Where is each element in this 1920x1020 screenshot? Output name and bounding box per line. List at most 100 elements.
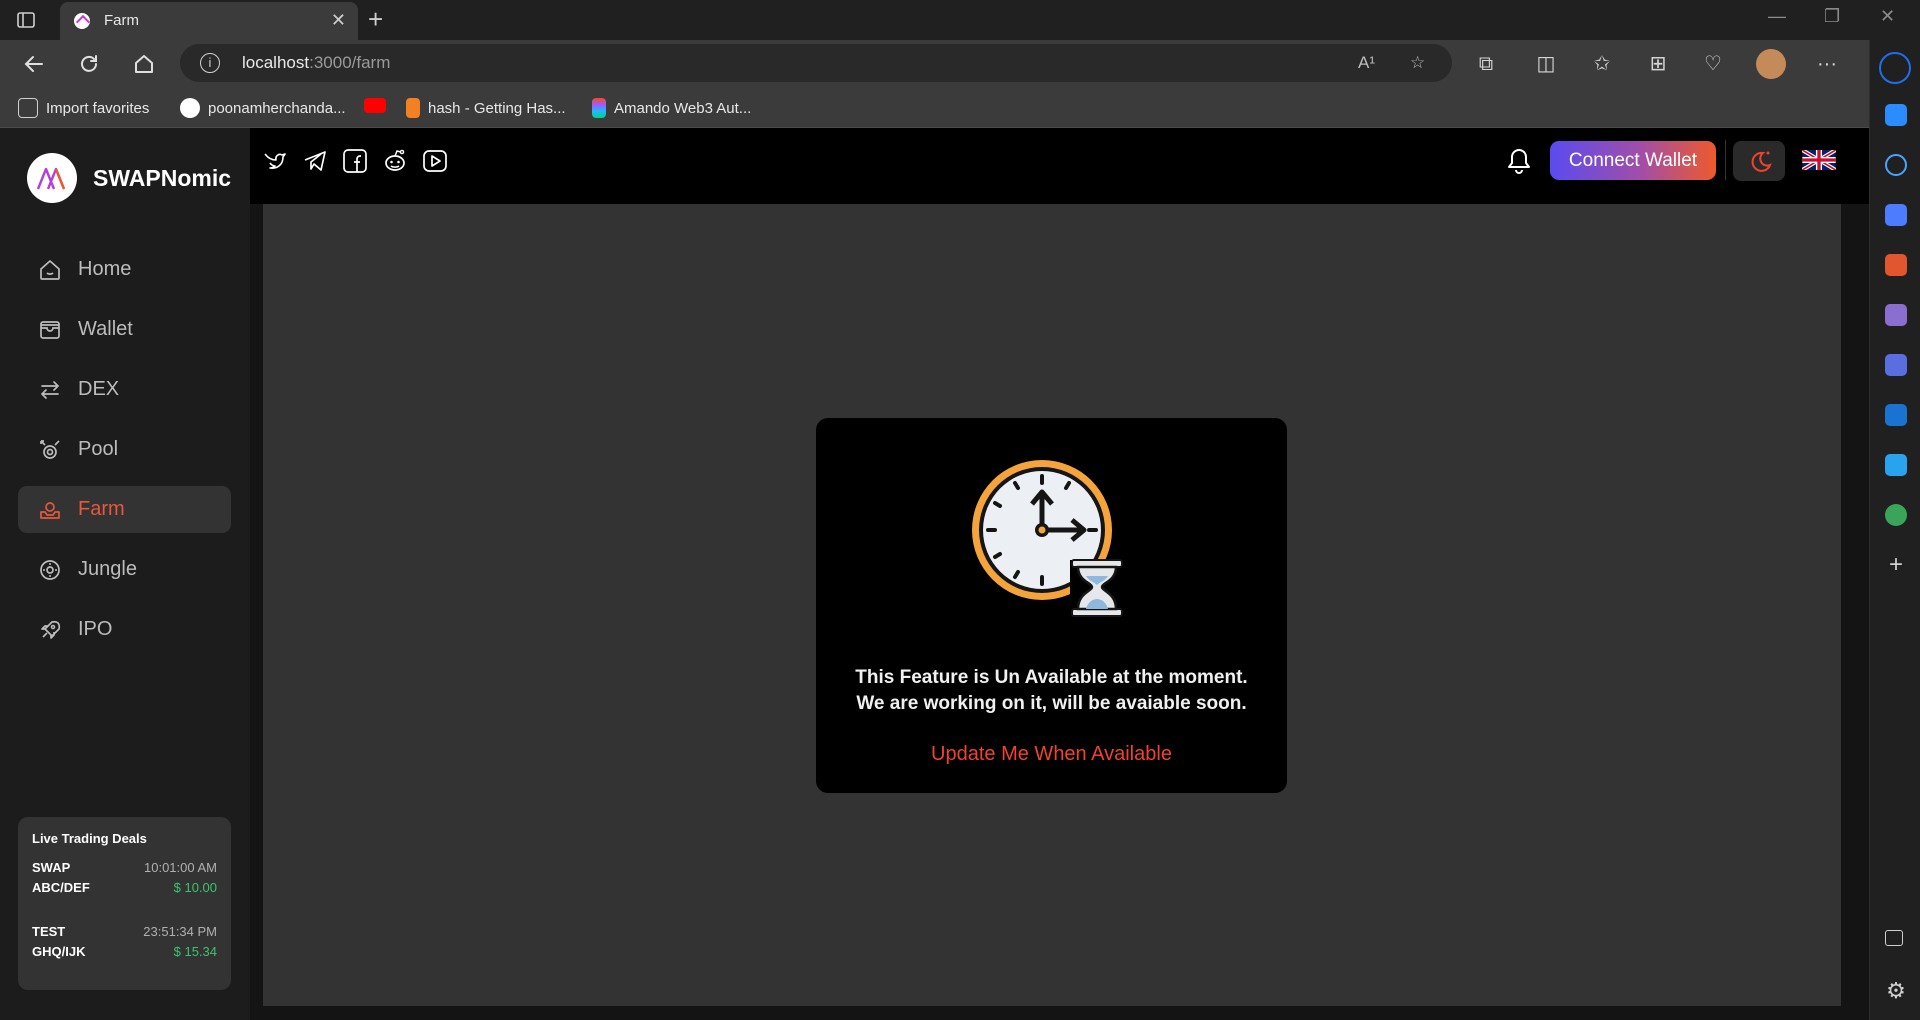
favorite-amando[interactable]: Amando Web3 Aut... [592,98,751,118]
youtube-icon[interactable] [422,148,448,174]
tab-title: Farm [104,12,139,29]
notifications-icon[interactable] [1885,104,1907,126]
tab-actions-icon[interactable] [14,8,38,32]
notice-line-1: This Feature is Un Available at the mome… [855,667,1248,688]
address-bar[interactable]: i localhost:3000/farm A¹ ☆ [180,44,1452,82]
favorite-star-icon[interactable]: ☆ [1410,53,1425,73]
notice-message: This Feature is Un Available at the mome… [816,665,1287,717]
browser-tab[interactable]: Farm ✕ [60,2,358,40]
jungle-icon [40,559,60,580]
deal-price: $ 10.00 [173,880,217,895]
tree-icon[interactable] [1885,504,1907,526]
deal-time: 23:51:34 PM [143,924,217,939]
home-browser-icon[interactable] [130,50,158,78]
minimize-icon[interactable]: — [1768,6,1786,27]
main-menu: Home Wallet DEX Pool Farm Jungle IPO [18,246,231,666]
shopping-icon[interactable] [1885,204,1907,226]
uk-flag-icon[interactable] [1802,150,1836,170]
deal-symbol: SWAP [32,860,71,875]
menu-item-farm[interactable]: Farm [18,486,231,533]
brand-logo [27,153,77,203]
deal-pair: ABC/DEF [32,880,90,895]
facebook-icon[interactable] [342,148,368,174]
microsoft365-icon[interactable] [1885,354,1907,376]
brand-logo-icon [36,167,66,190]
search-icon[interactable] [1885,154,1907,176]
games-icon[interactable] [1885,304,1907,326]
github-icon [180,98,200,118]
outlook-icon[interactable] [1885,404,1907,426]
live-trading-deals: Live Trading Deals SWAP ABC/DEF 10:01:00… [18,817,231,990]
menu-item-wallet[interactable]: Wallet [18,306,231,353]
tab-close-icon[interactable]: ✕ [331,10,346,31]
rocket-icon [41,620,61,639]
favorite-hash[interactable]: hash - Getting Has... [406,98,566,118]
browser-window: Farm ✕ + — ❐ ✕ i localhost:3000/farm A¹ … [0,0,1920,1020]
list-item[interactable]: SWAP ABC/DEF 10:01:00 AM $ 10.00 [32,860,217,900]
collections-icon[interactable]: ⊞ [1644,50,1672,78]
pool-icon [40,439,60,459]
new-tab-icon[interactable]: + [368,6,383,32]
stackoverflow-icon [406,98,420,118]
navigation-bar: i localhost:3000/farm A¹ ☆ ⧉ ◫ ✩ ⊞ ♡ ··· [0,40,1920,88]
extensions-icon[interactable]: ⧉ [1472,50,1500,78]
moon-icon [1751,151,1772,172]
menu-item-jungle[interactable]: Jungle [18,546,231,593]
more-options-icon[interactable]: ··· [1813,50,1841,78]
edge-sidebar: + ⚙ [1869,40,1920,1020]
copilot-icon[interactable] [1879,52,1911,84]
web-page: SWAPNomic Home Wallet DEX Pool Farm Jung… [0,128,1869,1020]
favorite-youtube[interactable] [364,98,386,113]
brand-name: SWAPNomic [93,164,232,191]
close-window-icon[interactable]: ✕ [1880,6,1895,27]
back-icon[interactable] [20,50,48,78]
add-icon[interactable]: + [1885,553,1907,577]
tab-favicon-icon [74,13,90,29]
youtube-icon [364,98,386,113]
app-sidebar: SWAPNomic Home Wallet DEX Pool Farm Jung… [0,128,250,1020]
theme-toggle-button[interactable] [1733,141,1785,181]
deal-symbol: TEST [32,924,66,939]
unavailable-notice: This Feature is Un Available at the mome… [816,418,1287,793]
wallet-icon [40,320,60,339]
favorites-bar: Import favorites poonamherchanda... hash… [0,88,1920,128]
hide-sidebar-icon[interactable] [1885,930,1903,946]
read-aloud-icon[interactable]: A¹ [1358,53,1375,73]
update-me-link[interactable]: Update Me When Available [816,743,1287,766]
browser-essentials-icon[interactable]: ♡ [1699,50,1727,78]
import-favorites-icon [18,98,38,118]
list-item[interactable]: TEST GHQ/IJK 23:51:34 PM $ 15.34 [32,924,217,964]
refresh-icon[interactable] [75,50,103,78]
brand[interactable]: SWAPNomic [27,153,231,203]
tools-icon[interactable] [1885,254,1907,276]
menu-item-home[interactable]: Home [18,246,231,293]
connect-wallet-button[interactable]: Connect Wallet [1550,141,1716,180]
profile-avatar[interactable] [1756,49,1786,79]
send-icon[interactable] [1885,454,1907,476]
telegram-icon[interactable] [302,148,328,174]
settings-icon[interactable]: ⚙ [1885,980,1907,1002]
notice-line-2: We are working on it, will be avaiable s… [856,693,1247,714]
swap-arrows-icon [40,380,60,399]
twitter-icon[interactable] [262,148,288,174]
bell-icon[interactable] [1504,146,1534,176]
url-text[interactable]: localhost:3000/farm [242,53,390,73]
menu-item-dex[interactable]: DEX [18,366,231,413]
site-info-icon[interactable]: i [200,53,220,73]
figma-icon [592,98,606,118]
deal-time: 10:01:00 AM [144,860,217,875]
clock-hourglass-icon [972,460,1124,617]
favorite-github[interactable]: poonamherchanda... [180,98,346,118]
favorites-icon[interactable]: ✩ [1588,50,1616,78]
deal-pair: GHQ/IJK [32,944,86,959]
tab-strip: Farm ✕ + — ❐ ✕ [0,0,1920,40]
restore-icon[interactable]: ❐ [1824,6,1840,27]
reddit-icon[interactable] [382,148,408,174]
main-content: This Feature is Un Available at the mome… [263,204,1841,1006]
divider [1725,140,1726,180]
menu-item-pool[interactable]: Pool [18,426,231,473]
farm-icon [40,501,60,519]
menu-item-ipo[interactable]: IPO [18,606,231,653]
favorite-import[interactable]: Import favorites [18,98,149,118]
split-screen-icon[interactable]: ◫ [1532,50,1560,78]
